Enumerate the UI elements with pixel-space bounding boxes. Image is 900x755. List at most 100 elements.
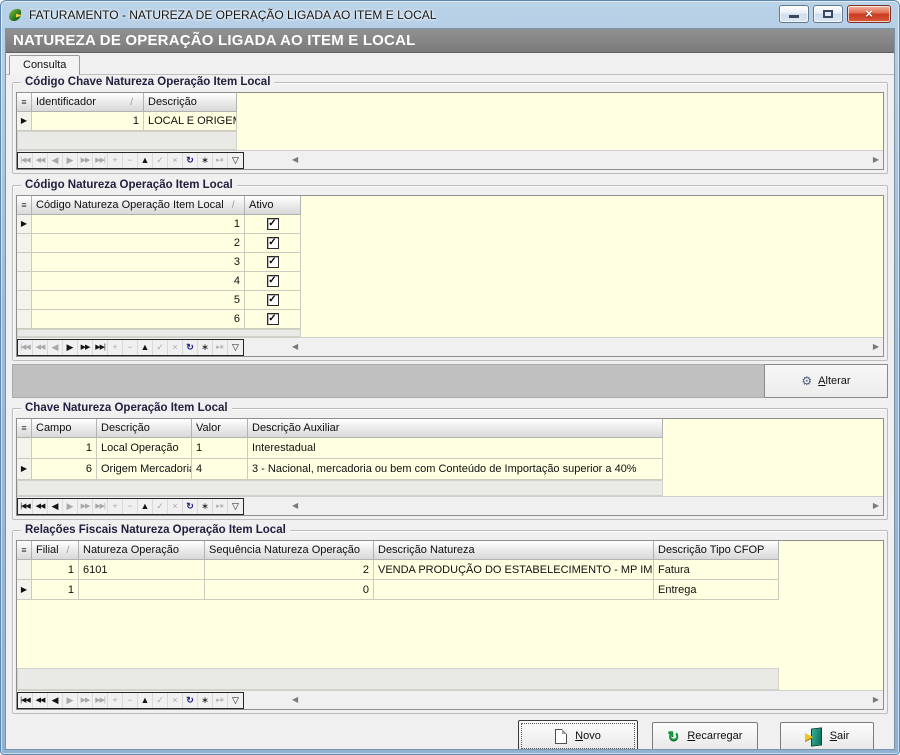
nav-prior-page-button[interactable]: ◀◀ <box>33 340 48 355</box>
nav-next-page-button[interactable]: ▶▶ <box>78 340 93 355</box>
nav-goto-bookmark-button[interactable]: ▸∗ <box>213 499 228 514</box>
cell-descricao-natureza[interactable] <box>374 580 654 600</box>
grid3-col-descricao[interactable]: Descrição <box>97 419 192 438</box>
nav-goto-bookmark-button[interactable]: ▸∗ <box>213 153 228 168</box>
scroll-right-icon[interactable]: ▶ <box>873 502 879 510</box>
grid2-row-1[interactable]: ▶ 1 ✓ <box>17 215 883 234</box>
cell-codigo[interactable]: 6 <box>32 310 245 329</box>
grid2-row-4[interactable]: 4 ✓ <box>17 272 883 291</box>
nav-next-button[interactable]: ▶ <box>63 340 78 355</box>
checkbox-checked[interactable]: ✓ <box>267 313 279 325</box>
scroll-left-icon[interactable]: ◀ <box>292 502 298 510</box>
row-selector[interactable] <box>17 253 32 272</box>
cell-codigo[interactable]: 4 <box>32 272 245 291</box>
cell-ativo[interactable]: ✓ <box>245 215 301 234</box>
nav-next-button[interactable]: ▶ <box>63 499 78 514</box>
cell-campo[interactable]: 6 <box>32 459 97 480</box>
nav-edit-button[interactable]: ▲ <box>138 499 153 514</box>
grid2-hscrollbar[interactable]: ◀ ▶ <box>244 339 883 356</box>
nav-last-button[interactable]: ▶▶| <box>93 153 108 168</box>
nav-delete-button[interactable]: − <box>123 499 138 514</box>
cell-ativo[interactable]: ✓ <box>245 253 301 272</box>
nav-first-button[interactable]: |◀◀ <box>18 340 33 355</box>
grid4-col-natureza-operacao[interactable]: Natureza Operação <box>79 541 205 560</box>
cell-ativo[interactable]: ✓ <box>245 272 301 291</box>
row-selector[interactable]: ▶ <box>17 459 32 480</box>
checkbox-checked[interactable]: ✓ <box>267 275 279 287</box>
cell-natureza-operacao[interactable]: 6101 <box>79 560 205 580</box>
grid4-row-1[interactable]: 1 6101 2 VENDA PRODUÇÃO DO ESTABELECIMEN… <box>17 560 883 580</box>
cell-valor[interactable]: 4 <box>192 459 248 480</box>
nav-refresh-button[interactable]: ↻ <box>183 499 198 514</box>
nav-prior-page-button[interactable]: ◀◀ <box>33 693 48 708</box>
scroll-right-icon[interactable]: ▶ <box>873 343 879 351</box>
nav-save-bookmark-button[interactable]: ∗ <box>198 153 213 168</box>
row-selector[interactable] <box>17 272 32 291</box>
nav-goto-bookmark-button[interactable]: ▸∗ <box>213 693 228 708</box>
grid1-selector-icon[interactable]: ≡ <box>17 93 32 112</box>
grid4-col-filial[interactable]: Filial / <box>32 541 79 560</box>
cell-descricao-natureza[interactable]: VENDA PRODUÇÃO DO ESTABELECIMENTO - MP I… <box>374 560 654 580</box>
nav-first-button[interactable]: |◀◀ <box>18 693 33 708</box>
row-selector[interactable]: ▶ <box>17 580 32 600</box>
cell-ativo[interactable]: ✓ <box>245 310 301 329</box>
maximize-button[interactable] <box>813 5 843 23</box>
cell-identificador[interactable]: 1 <box>32 112 144 131</box>
novo-button[interactable]: Novo <box>518 720 638 749</box>
nav-prior-button[interactable]: ◀ <box>48 693 63 708</box>
nav-last-button[interactable]: ▶▶| <box>93 693 108 708</box>
checkbox-checked[interactable]: ✓ <box>267 256 279 268</box>
grid3-row-1[interactable]: 1 Local Operação 1 Interestadual <box>17 438 883 459</box>
nav-cancel-button[interactable]: × <box>168 340 183 355</box>
checkbox-checked[interactable]: ✓ <box>267 294 279 306</box>
nav-delete-button[interactable]: − <box>123 153 138 168</box>
nav-refresh-button[interactable]: ↻ <box>183 340 198 355</box>
nav-post-button[interactable]: ✓ <box>153 693 168 708</box>
cell-sequencia[interactable]: 2 <box>205 560 374 580</box>
alterar-button[interactable]: ⚙ Alterar <box>764 364 888 398</box>
close-button[interactable]: × <box>847 5 891 23</box>
title-bar[interactable]: FATURAMENTO - NATUREZA DE OPERAÇÃO LIGAD… <box>1 1 899 28</box>
grid3-col-descricao-auxiliar[interactable]: Descrição Auxiliar <box>248 419 663 438</box>
row-selector[interactable]: ▶ <box>17 112 32 131</box>
nav-filter-button[interactable]: ▽ <box>228 693 243 708</box>
nav-next-button[interactable]: ▶ <box>63 153 78 168</box>
checkbox-checked[interactable]: ✓ <box>267 218 279 230</box>
cell-descricao-auxiliar[interactable]: Interestadual <box>248 438 663 459</box>
nav-post-button[interactable]: ✓ <box>153 499 168 514</box>
scroll-left-icon[interactable]: ◀ <box>292 156 298 164</box>
grid2-col-ativo[interactable]: Ativo <box>245 196 301 215</box>
sair-button[interactable]: Sair <box>780 722 874 750</box>
nav-cancel-button[interactable]: × <box>168 499 183 514</box>
nav-prior-button[interactable]: ◀ <box>48 153 63 168</box>
cell-descricao-tipo-cfop[interactable]: Entrega <box>654 580 779 600</box>
nav-filter-button[interactable]: ▽ <box>228 499 243 514</box>
nav-delete-button[interactable]: − <box>123 340 138 355</box>
nav-refresh-button[interactable]: ↻ <box>183 153 198 168</box>
minimize-button[interactable] <box>779 5 809 23</box>
nav-next-page-button[interactable]: ▶▶ <box>78 499 93 514</box>
row-selector[interactable] <box>17 234 32 253</box>
nav-insert-button[interactable]: + <box>108 693 123 708</box>
nav-insert-button[interactable]: + <box>108 499 123 514</box>
grid2-row-3[interactable]: 3 ✓ <box>17 253 883 272</box>
cell-codigo[interactable]: 1 <box>32 215 245 234</box>
cell-sequencia[interactable]: 0 <box>205 580 374 600</box>
cell-descricao[interactable]: LOCAL E ORIGEM <box>144 112 237 131</box>
nav-save-bookmark-button[interactable]: ∗ <box>198 499 213 514</box>
grid3-col-campo[interactable]: Campo <box>32 419 97 438</box>
cell-codigo[interactable]: 5 <box>32 291 245 310</box>
grid1-hscrollbar[interactable]: ◀ ▶ <box>244 152 883 169</box>
grid1-row-1[interactable]: ▶ 1 LOCAL E ORIGEM <box>17 112 883 131</box>
grid4-col-descricao-natureza[interactable]: Descrição Natureza <box>374 541 654 560</box>
recarregar-button[interactable]: ↻ Recarregar <box>652 722 758 750</box>
nav-delete-button[interactable]: − <box>123 693 138 708</box>
nav-save-bookmark-button[interactable]: ∗ <box>198 693 213 708</box>
row-selector[interactable] <box>17 310 32 329</box>
grid3-hscrollbar[interactable]: ◀ ▶ <box>244 498 883 515</box>
grid4-row-2[interactable]: ▶ 1 0 Entrega <box>17 580 883 600</box>
nav-prior-button[interactable]: ◀ <box>48 499 63 514</box>
nav-prior-page-button[interactable]: ◀◀ <box>33 499 48 514</box>
nav-edit-button[interactable]: ▲ <box>138 340 153 355</box>
grid2-selector-icon[interactable]: ≡ <box>17 196 32 215</box>
